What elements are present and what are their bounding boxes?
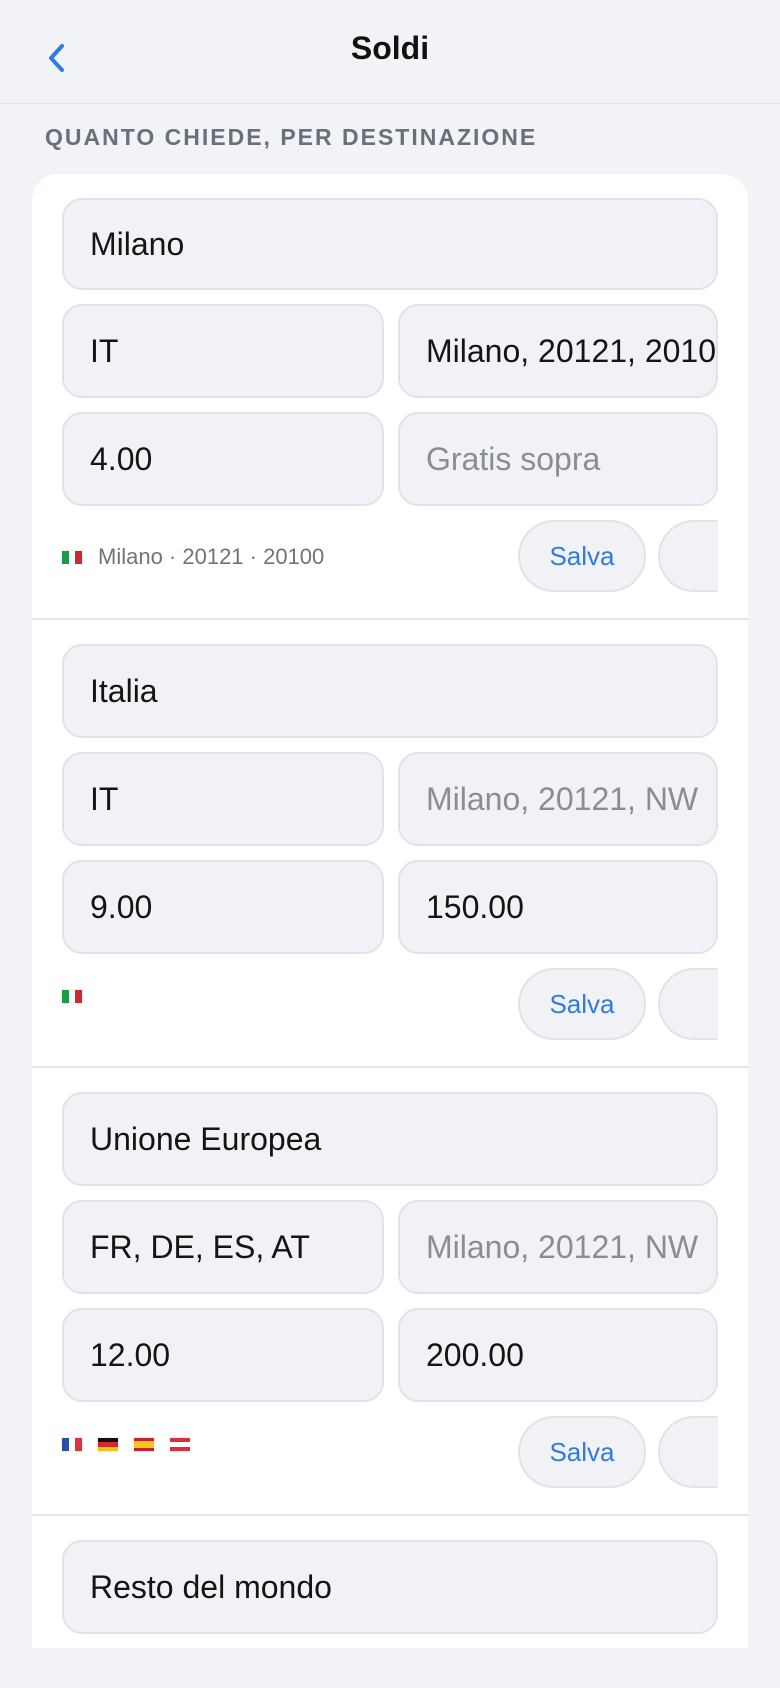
price-input[interactable]: 12.00 (62, 1308, 384, 1402)
zone-name-input[interactable]: Italia (62, 644, 718, 738)
zone-name-input[interactable]: Resto del mondo (62, 1540, 718, 1634)
postal-codes-input[interactable]: Milano, 20121, NW (398, 752, 718, 846)
free-above-input[interactable]: 200.00 (398, 1308, 718, 1402)
save-button[interactable]: Salva (518, 968, 646, 1040)
rate-entry: Unione Europea FR, DE, ES, AT Milano, 20… (32, 1068, 748, 1516)
flag-it-icon (62, 550, 83, 564)
save-button[interactable]: Salva (518, 520, 646, 592)
more-button[interactable] (658, 968, 718, 1040)
price-input[interactable]: 4.00 (62, 412, 384, 506)
zone-name-input[interactable]: Unione Europea (62, 1092, 718, 1186)
countries-input[interactable]: FR, DE, ES, AT (62, 1200, 384, 1294)
countries-input[interactable]: IT (62, 304, 384, 398)
free-above-input[interactable]: 150.00 (398, 860, 718, 954)
zone-name-input[interactable]: Milano (62, 198, 718, 290)
flag-it-icon (62, 990, 83, 1003)
price-input[interactable]: 9.00 (62, 860, 384, 954)
navigation-bar: Soldi (0, 0, 780, 104)
flag-de-icon (98, 1438, 118, 1451)
countries-input[interactable]: IT (62, 752, 384, 846)
shipping-rates-card: Milano IT Milano, 20121, 20100 4.00 Grat… (32, 174, 748, 1648)
save-button[interactable]: Salva (518, 1416, 646, 1488)
more-button[interactable] (658, 1416, 718, 1488)
flag-at-icon (170, 1438, 190, 1451)
page-title: Soldi (350, 30, 430, 66)
zone-summary (62, 1438, 206, 1451)
rate-entry: Milano IT Milano, 20121, 20100 4.00 Grat… (32, 174, 748, 620)
section-header: QUANTO CHIEDE, PER DESTINAZIONE (45, 124, 538, 150)
free-above-input[interactable]: Gratis sopra (398, 412, 718, 506)
zone-summary (62, 990, 98, 1003)
rate-entry: Italia IT Milano, 20121, NW 9.00 150.00 … (32, 620, 748, 1068)
more-button[interactable] (658, 520, 718, 592)
flag-fr-icon (62, 1438, 83, 1451)
postal-codes-input[interactable]: Milano, 20121, 20100 (398, 304, 718, 398)
zone-summary: Milano · 20121 · 20100 (62, 544, 324, 570)
rate-entry: Resto del mondo (32, 1516, 748, 1648)
zone-summary-text: Milano · 20121 · 20100 (98, 544, 325, 569)
flag-es-icon (134, 1438, 154, 1451)
postal-codes-input[interactable]: Milano, 20121, NW (398, 1200, 718, 1294)
